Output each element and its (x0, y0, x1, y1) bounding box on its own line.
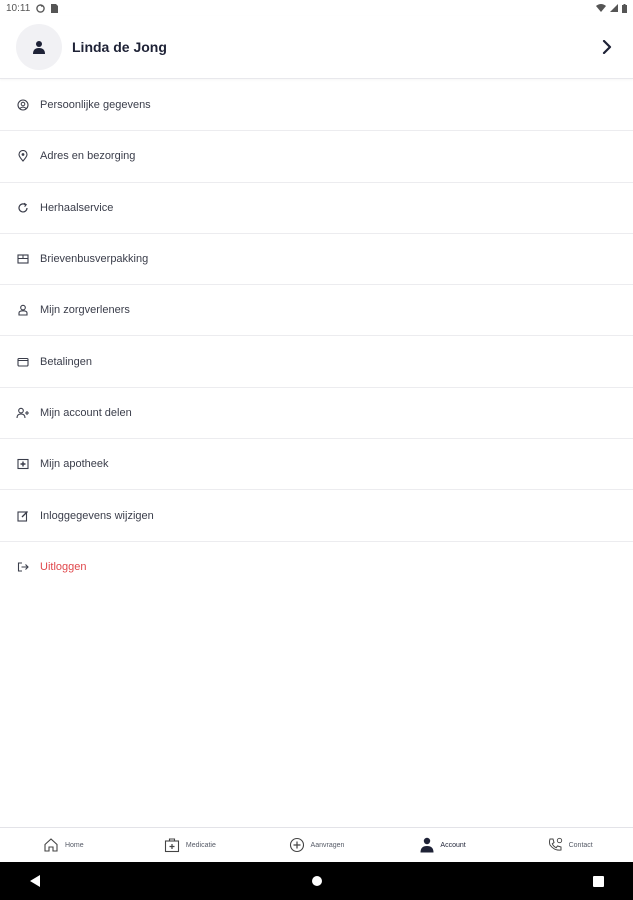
home-circle-icon[interactable] (310, 874, 324, 888)
status-bar: 10:11 (0, 0, 633, 16)
status-time: 10:11 (6, 2, 31, 14)
menu-item-inloggegevens-wijzigen[interactable]: Inloggegevens wijzigen (0, 490, 633, 542)
menu-item-label: Herhaalservice (40, 201, 114, 214)
menu-item-label: Inloggegevens wijzigen (40, 509, 154, 522)
status-right (596, 3, 627, 13)
nav-item-home[interactable]: Home (0, 828, 127, 862)
pharmacy-icon (16, 457, 30, 471)
account-menu: Persoonlijke gegevens Adres en bezorging… (0, 80, 633, 593)
package-icon (16, 252, 30, 266)
nav-label: Contact (568, 841, 593, 849)
wifi-icon (596, 4, 606, 12)
menu-item-mijn-account-delen[interactable]: Mijn account delen (0, 388, 633, 440)
chevron-right-icon[interactable] (597, 37, 617, 57)
battery-icon (622, 3, 627, 13)
sim-card-icon (51, 3, 59, 13)
menu-item-uitloggen[interactable]: Uitloggen (0, 542, 633, 593)
nav-item-contact[interactable]: Contact (506, 828, 633, 862)
menu-item-adres-en-bezorging[interactable]: Adres en bezorging (0, 131, 633, 183)
refresh-icon (16, 201, 30, 215)
avatar (16, 24, 62, 70)
user-add-icon (16, 406, 30, 420)
nav-label: Account (440, 841, 466, 849)
menu-item-herhaalservice[interactable]: Herhaalservice (0, 183, 633, 234)
nav-label: Home (64, 841, 84, 849)
menu-item-label: Adres en bezorging (40, 150, 136, 163)
home-icon (44, 838, 58, 852)
plus-circle-icon (289, 837, 304, 853)
nav-label: Medicatie (185, 841, 216, 849)
caregiver-icon (16, 303, 30, 317)
medkit-icon (164, 838, 179, 853)
menu-item-label: Mijn apotheek (40, 458, 109, 471)
nav-label: Aanvragen (310, 841, 345, 849)
sync-icon (36, 3, 46, 13)
person-icon (420, 837, 434, 853)
profile-name: Linda de Jong (72, 39, 167, 55)
user-circle-icon (16, 98, 30, 112)
menu-item-mijn-zorgverleners[interactable]: Mijn zorgverleners (0, 285, 633, 337)
system-navigation-bar (0, 862, 633, 900)
menu-item-brievenbusverpakking[interactable]: Brievenbusverpakking (0, 234, 633, 286)
nav-item-medicatie[interactable]: Medicatie (127, 828, 254, 862)
menu-item-betalingen[interactable]: Betalingen (0, 336, 633, 388)
status-left: 10:11 (6, 2, 59, 14)
recents-icon[interactable] (591, 874, 605, 888)
menu-item-label: Mijn account delen (40, 406, 132, 419)
menu-item-label: Mijn zorgverleners (40, 304, 130, 317)
bottom-nav: Home Medicatie Aanvragen Account Contact (0, 827, 633, 862)
back-icon[interactable] (28, 874, 42, 888)
profile-header[interactable]: Linda de Jong (0, 16, 633, 79)
nav-item-aanvragen[interactable]: Aanvragen (253, 828, 380, 862)
nav-item-account[interactable]: Account (380, 828, 507, 862)
menu-item-label: Betalingen (40, 355, 92, 368)
menu-item-label: Persoonlijke gegevens (40, 99, 151, 112)
wallet-icon (16, 355, 30, 369)
menu-item-mijn-apotheek[interactable]: Mijn apotheek (0, 439, 633, 491)
edit-icon (16, 509, 30, 523)
person-icon (33, 41, 45, 54)
signal-icon (610, 4, 618, 12)
location-pin-icon (16, 149, 30, 163)
menu-item-label: Uitloggen (40, 561, 87, 574)
menu-item-persoonlijke-gegevens[interactable]: Persoonlijke gegevens (0, 80, 633, 132)
menu-item-label: Brievenbusverpakking (40, 253, 149, 266)
logout-icon (16, 560, 30, 574)
phone-icon (548, 837, 562, 851)
